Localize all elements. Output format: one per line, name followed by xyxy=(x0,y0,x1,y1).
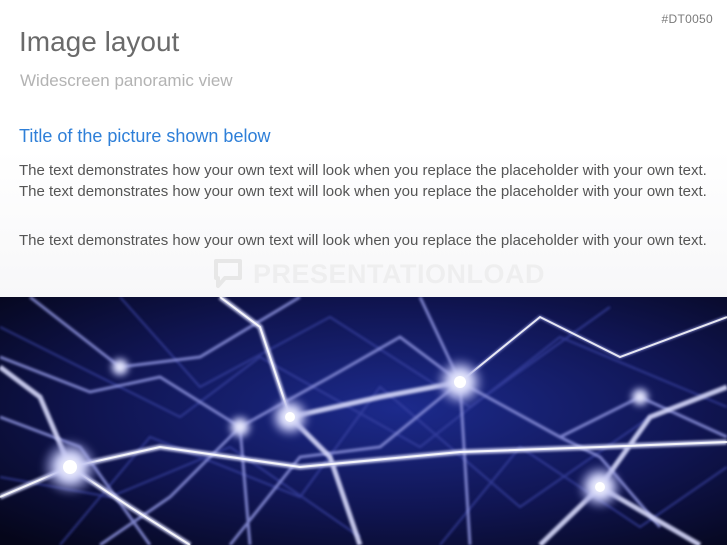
neuron-network-image xyxy=(0,297,727,545)
slide-title: Image layout xyxy=(19,26,180,57)
slide-subtitle: Widescreen panoramic view xyxy=(20,71,233,90)
watermark: PRESENTATIONLOAD xyxy=(213,258,545,290)
speech-bubble-logo-icon xyxy=(214,259,242,288)
picture-title: Title of the picture shown below xyxy=(19,126,271,146)
body-paragraph-1: The text demonstrates how your own text … xyxy=(19,162,707,200)
slide: #DT0050 Image layout Widescreen panorami… xyxy=(0,0,727,545)
watermark-text: PRESENTATIONLOAD xyxy=(253,258,546,289)
body-paragraph-2: The text demonstrates how your own text … xyxy=(19,232,707,249)
slide-code: #DT0050 xyxy=(661,12,713,26)
